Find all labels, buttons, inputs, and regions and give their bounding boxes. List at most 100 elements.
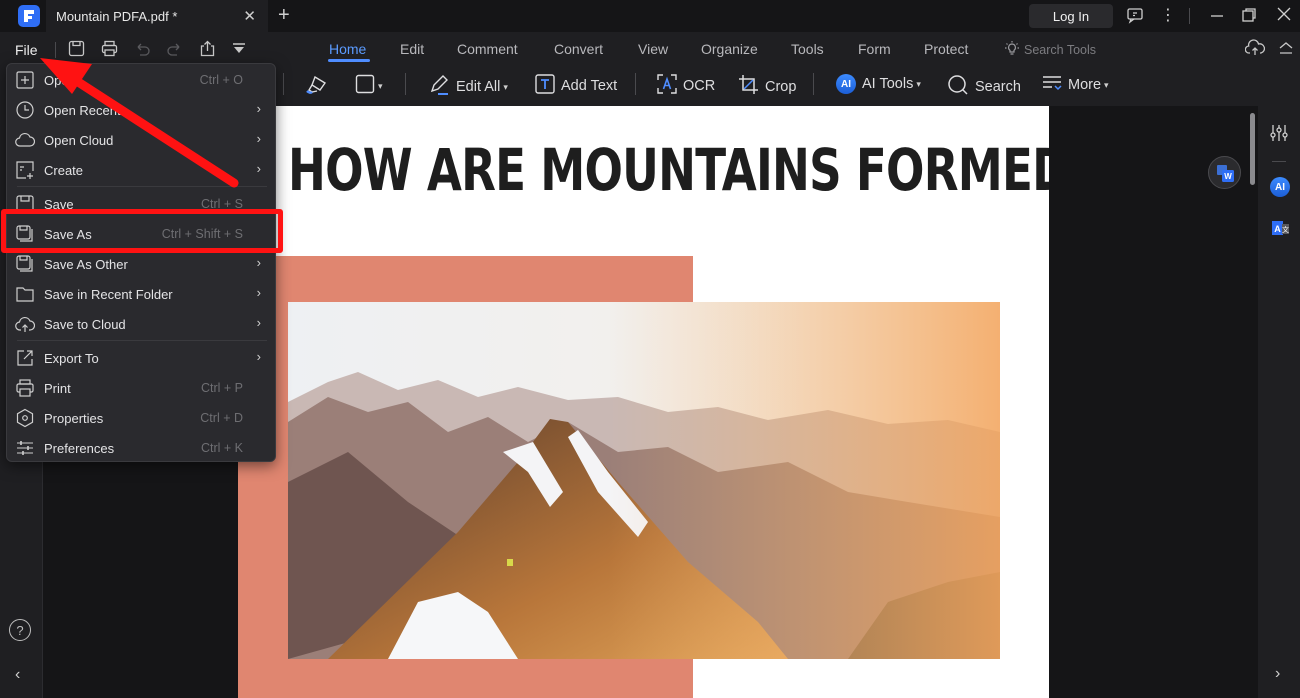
customize-quick-access-icon[interactable] xyxy=(232,42,246,60)
menu-item-save-to-cloud[interactable]: Save to Cloud › xyxy=(7,309,275,339)
shape-tool[interactable]: ▾ xyxy=(355,74,383,98)
cloud-upload-icon[interactable] xyxy=(1244,39,1266,62)
menu-item-open-recent[interactable]: Open Recent › xyxy=(7,95,275,125)
new-tab-icon[interactable]: + xyxy=(278,4,290,27)
search-icon xyxy=(947,74,969,100)
chevron-down-icon: ▾ xyxy=(378,80,383,91)
svg-text:文: 文 xyxy=(1282,225,1289,234)
search-tools-placeholder: Search Tools xyxy=(1024,42,1097,57)
divider xyxy=(1272,161,1286,162)
highlight-tool[interactable] xyxy=(305,74,329,100)
collapse-ribbon-icon[interactable] xyxy=(1279,41,1293,60)
tab-comment[interactable]: Comment xyxy=(457,41,518,57)
plus-square-icon xyxy=(15,70,35,90)
menu-item-open[interactable]: Open Ctrl + O xyxy=(7,65,275,95)
menu-item-properties[interactable]: Properties Ctrl + D xyxy=(7,403,275,433)
chevron-down-icon: ▾ xyxy=(503,81,508,92)
minimize-icon[interactable] xyxy=(1210,2,1224,31)
menu-item-label: Properties xyxy=(44,411,104,426)
convert-to-word-button[interactable]: W xyxy=(1208,156,1241,189)
menu-item-print[interactable]: Print Ctrl + P xyxy=(7,373,275,403)
properties-icon xyxy=(15,408,35,428)
tab-organize[interactable]: Organize xyxy=(701,41,758,57)
ai-assistant-icon[interactable]: AI xyxy=(1270,177,1290,197)
menu-item-preferences[interactable]: Preferences Ctrl + K xyxy=(7,433,275,463)
document-tab-title: Mountain PDFA.pdf * xyxy=(56,8,178,24)
login-button[interactable]: Log In xyxy=(1029,4,1113,28)
menu-item-label: Preferences xyxy=(44,441,115,456)
document-tab[interactable]: Mountain PDFA.pdf * ✕ xyxy=(46,0,268,32)
tab-convert[interactable]: Convert xyxy=(554,41,603,57)
file-menu: Open Ctrl + O Open Recent › Open Cloud ›… xyxy=(6,63,276,462)
menu-item-label: Create xyxy=(44,163,84,178)
chevron-right-icon: › xyxy=(256,315,261,330)
collapse-left-panel-icon[interactable]: ‹ xyxy=(15,666,20,684)
document-title: HOW ARE MOUNTAINS FORMED? xyxy=(288,136,1049,204)
search-button[interactable]: Search xyxy=(947,74,1021,100)
clock-icon xyxy=(15,100,35,120)
crop-button[interactable]: Crop xyxy=(738,74,796,99)
menu-item-save-as-other[interactable]: Save As Other › xyxy=(7,249,275,279)
chevron-right-icon: › xyxy=(256,161,261,176)
ai-icon: AI xyxy=(836,74,856,94)
help-icon[interactable]: ? xyxy=(9,619,31,641)
add-text-icon xyxy=(535,74,555,98)
menu-item-label: Save As Other xyxy=(44,257,128,272)
redo-icon[interactable] xyxy=(166,40,183,62)
quick-print-icon[interactable] xyxy=(101,40,118,62)
menu-divider xyxy=(17,186,267,187)
tab-form[interactable]: Form xyxy=(858,41,891,57)
tab-edit[interactable]: Edit xyxy=(400,41,424,57)
svg-text:A: A xyxy=(1274,224,1281,234)
edit-all-button[interactable]: Edit All ▾ xyxy=(428,74,508,100)
tab-protect[interactable]: Protect xyxy=(924,41,968,57)
menu-item-shortcut: Ctrl + K xyxy=(200,441,243,455)
share-icon[interactable] xyxy=(199,40,216,62)
close-tab-icon[interactable]: ✕ xyxy=(243,7,256,25)
tab-tools[interactable]: Tools xyxy=(791,41,824,57)
ai-tools-button[interactable]: AI AI Tools ▾ xyxy=(836,74,921,94)
restore-icon[interactable] xyxy=(1242,8,1256,27)
menu-item-save-in-recent-folder[interactable]: Save in Recent Folder › xyxy=(7,279,275,309)
more-button[interactable]: More ▾ xyxy=(1042,74,1109,96)
tab-home[interactable]: Home xyxy=(329,41,366,57)
tab-view[interactable]: View xyxy=(638,41,668,57)
search-tools-input[interactable]: Search Tools xyxy=(1004,40,1096,59)
menu-item-shortcut: Ctrl + P xyxy=(200,381,243,395)
divider xyxy=(405,73,406,95)
add-text-button[interactable]: Add Text xyxy=(535,74,617,98)
vertical-scrollbar[interactable] xyxy=(1250,113,1255,185)
pdf-editor-app: Mountain PDFA.pdf * ✕ + Log In ⋮ File Ho… xyxy=(0,0,1300,698)
menu-item-open-cloud[interactable]: Open Cloud › xyxy=(7,125,275,155)
translate-icon[interactable]: A文 xyxy=(1270,218,1290,243)
file-menu-button[interactable]: File xyxy=(15,42,38,58)
ocr-button[interactable]: OCR xyxy=(657,74,715,98)
lightbulb-icon xyxy=(1004,40,1020,59)
svg-text:W: W xyxy=(1224,172,1232,181)
ocr-icon xyxy=(657,74,677,98)
divider xyxy=(283,73,284,95)
menu-item-label: Export To xyxy=(44,351,99,366)
undo-icon[interactable] xyxy=(134,40,151,62)
ocr-label: OCR xyxy=(683,78,716,94)
save-as-other-icon xyxy=(15,254,35,274)
menu-item-create[interactable]: Create › xyxy=(7,155,275,185)
chevron-right-icon: › xyxy=(256,131,261,146)
search-label: Search xyxy=(975,79,1021,95)
quick-save-icon[interactable] xyxy=(68,40,85,62)
menu-item-export-to[interactable]: Export To › xyxy=(7,343,275,373)
chevron-down-icon: ▾ xyxy=(1104,79,1109,90)
cloud-icon xyxy=(15,130,36,150)
properties-panel-icon[interactable] xyxy=(1270,124,1288,147)
close-window-icon[interactable] xyxy=(1277,7,1291,26)
more-options-icon[interactable]: ⋮ xyxy=(1160,5,1176,25)
feedback-icon[interactable] xyxy=(1126,6,1144,29)
more-list-icon xyxy=(1042,74,1062,96)
print-icon xyxy=(15,378,35,398)
active-tab-indicator xyxy=(328,59,370,62)
more-label: More xyxy=(1068,77,1102,93)
chevron-right-icon: › xyxy=(256,285,261,300)
mountain-photo xyxy=(288,302,1000,659)
export-icon xyxy=(15,348,35,368)
expand-right-panel-icon[interactable]: › xyxy=(1275,665,1280,683)
